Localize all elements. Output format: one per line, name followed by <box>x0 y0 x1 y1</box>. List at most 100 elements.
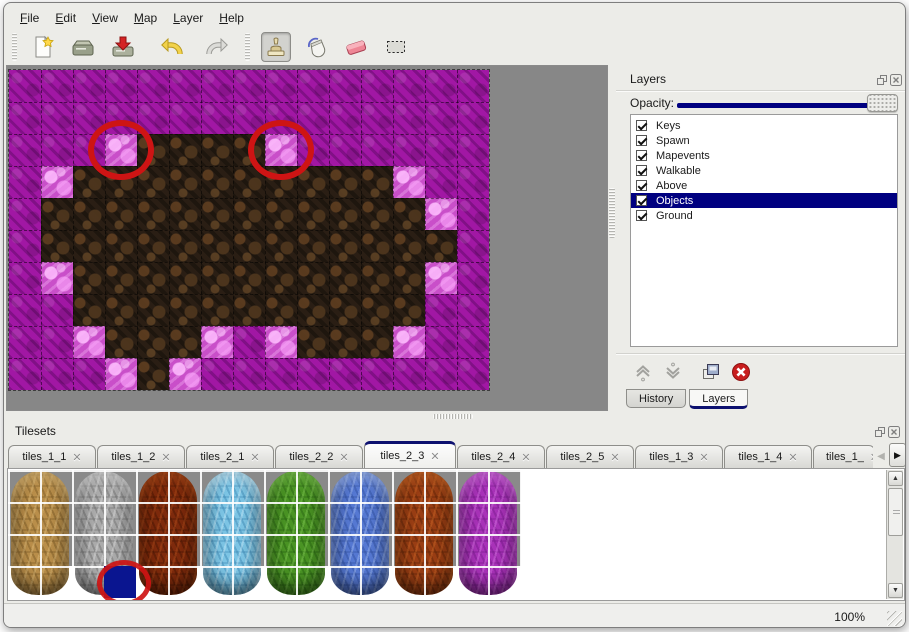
map-tile-dark-soil[interactable] <box>73 198 105 230</box>
map-tile-dark-soil[interactable] <box>297 326 329 358</box>
map-tile-pink-bush[interactable] <box>41 166 73 198</box>
tab-close-icon[interactable]: ✕ <box>699 451 708 464</box>
tab-close-icon[interactable]: ✕ <box>870 451 873 464</box>
map-tile-dark-soil[interactable] <box>169 166 201 198</box>
map-tile-pink-bush[interactable] <box>169 358 201 390</box>
map-tile-purple-ground[interactable] <box>393 358 425 390</box>
layer-list[interactable]: KeysSpawnMapeventsWalkableAboveObjectsGr… <box>630 114 898 347</box>
layer-row-keys[interactable]: Keys <box>631 118 897 133</box>
map-tile-pink-bush[interactable] <box>425 198 457 230</box>
map-tile-dark-soil[interactable] <box>425 230 457 262</box>
map-tile-dark-soil[interactable] <box>105 230 137 262</box>
vertical-splitter[interactable] <box>608 65 616 411</box>
menu-item-file[interactable]: File <box>12 9 47 27</box>
map-tile-purple-ground[interactable] <box>9 70 41 102</box>
map-tile-dark-soil[interactable] <box>137 198 169 230</box>
map-tile-dark-soil[interactable] <box>297 294 329 326</box>
map-tile-purple-ground[interactable] <box>457 102 489 134</box>
map-tile-dark-soil[interactable] <box>265 198 297 230</box>
map-tile-purple-ground[interactable] <box>9 326 41 358</box>
map-tile-dark-soil[interactable] <box>265 230 297 262</box>
tileset-tab-tiles_2_5[interactable]: tiles_2_5✕ <box>546 445 634 468</box>
map-tile-purple-ground[interactable] <box>41 102 73 134</box>
map-tile-dark-soil[interactable] <box>329 294 361 326</box>
scroll-up-button[interactable]: ▲ <box>888 471 903 486</box>
map-tile-purple-ground[interactable] <box>9 230 41 262</box>
close-icon[interactable] <box>888 425 900 437</box>
panel-tab-history[interactable]: History <box>626 389 686 408</box>
tab-scroll-left-icon[interactable]: ◀ <box>875 447 887 465</box>
scroll-down-button[interactable]: ▼ <box>888 583 903 598</box>
map-tile-purple-ground[interactable] <box>201 102 233 134</box>
map-tile-pink-bush[interactable] <box>105 358 137 390</box>
tileset-tab-tiles_2_1[interactable]: tiles_2_1✕ <box>186 445 274 468</box>
map-tile-dark-soil[interactable] <box>201 134 233 166</box>
map-tile-purple-ground[interactable] <box>393 70 425 102</box>
tile-map[interactable] <box>8 69 490 391</box>
opacity-slider-handle[interactable] <box>867 94 898 112</box>
map-tile-dark-soil[interactable] <box>329 230 361 262</box>
redo-button[interactable] <box>202 32 232 62</box>
menu-item-layer[interactable]: Layer <box>165 9 211 27</box>
tileset-tab-tiles_2_3[interactable]: tiles_2_3✕ <box>364 441 456 468</box>
map-tile-dark-soil[interactable] <box>265 294 297 326</box>
layer-visibility-checkbox[interactable] <box>636 165 647 176</box>
map-tile-purple-ground[interactable] <box>329 70 361 102</box>
tab-close-icon[interactable]: ✕ <box>161 451 170 464</box>
map-tile-pink-bush[interactable] <box>393 166 425 198</box>
map-tile-dark-soil[interactable] <box>201 262 233 294</box>
menu-item-edit[interactable]: Edit <box>47 9 84 27</box>
tileset-tab-tiles_1_[interactable]: tiles_1_✕ <box>813 445 873 468</box>
layer-row-mapevents[interactable]: Mapevents <box>631 148 897 163</box>
layer-visibility-checkbox[interactable] <box>636 135 647 146</box>
map-tile-dark-soil[interactable] <box>137 262 169 294</box>
tab-close-icon[interactable]: ✕ <box>250 451 259 464</box>
tab-close-icon[interactable]: ✕ <box>339 451 348 464</box>
map-tile-purple-ground[interactable] <box>265 70 297 102</box>
float-icon[interactable] <box>874 425 886 437</box>
map-tile-purple-ground[interactable] <box>169 70 201 102</box>
splitter-grip[interactable] <box>609 188 615 238</box>
map-tile-dark-soil[interactable] <box>297 198 329 230</box>
map-tile-dark-soil[interactable] <box>329 166 361 198</box>
map-tile-purple-ground[interactable] <box>9 198 41 230</box>
map-canvas[interactable] <box>6 65 608 411</box>
map-tile-purple-ground[interactable] <box>457 358 489 390</box>
eraser-tool-button[interactable] <box>341 32 371 62</box>
map-tile-purple-ground[interactable] <box>105 70 137 102</box>
tileset-tab-tiles_1_2[interactable]: tiles_1_2✕ <box>97 445 185 468</box>
map-tile-purple-ground[interactable] <box>393 102 425 134</box>
map-tile-purple-ground[interactable] <box>9 358 41 390</box>
lower-layer-button[interactable] <box>661 361 685 383</box>
map-tile-dark-soil[interactable] <box>137 294 169 326</box>
opacity-slider-track[interactable] <box>677 103 869 108</box>
map-tile-purple-ground[interactable] <box>9 102 41 134</box>
map-tile-dark-soil[interactable] <box>105 326 137 358</box>
map-tile-purple-ground[interactable] <box>457 70 489 102</box>
map-tile-dark-soil[interactable] <box>361 198 393 230</box>
map-tile-purple-ground[interactable] <box>297 70 329 102</box>
map-tile-dark-soil[interactable] <box>73 230 105 262</box>
map-tile-dark-soil[interactable] <box>265 262 297 294</box>
map-tile-purple-ground[interactable] <box>41 326 73 358</box>
map-tile-dark-soil[interactable] <box>169 134 201 166</box>
tab-scroll-right-button[interactable]: ▶ <box>889 443 906 467</box>
map-tile-purple-ground[interactable] <box>393 134 425 166</box>
map-tile-dark-soil[interactable] <box>201 230 233 262</box>
map-tile-dark-soil[interactable] <box>201 294 233 326</box>
map-tile-purple-ground[interactable] <box>425 358 457 390</box>
map-tile-purple-ground[interactable] <box>329 134 361 166</box>
map-tile-purple-ground[interactable] <box>425 326 457 358</box>
map-tile-dark-soil[interactable] <box>73 294 105 326</box>
map-tile-purple-ground[interactable] <box>201 70 233 102</box>
map-tile-purple-ground[interactable] <box>41 358 73 390</box>
map-tile-purple-ground[interactable] <box>201 358 233 390</box>
map-tile-purple-ground[interactable] <box>233 358 265 390</box>
map-tile-dark-soil[interactable] <box>233 230 265 262</box>
tab-close-icon[interactable]: ✕ <box>521 451 530 464</box>
tileset-tab-tiles_2_2[interactable]: tiles_2_2✕ <box>275 445 363 468</box>
raise-layer-button[interactable] <box>631 361 655 383</box>
resize-grip[interactable] <box>887 611 902 626</box>
map-tile-purple-ground[interactable] <box>457 134 489 166</box>
tileset-tab-tiles_1_1[interactable]: tiles_1_1✕ <box>8 445 96 468</box>
